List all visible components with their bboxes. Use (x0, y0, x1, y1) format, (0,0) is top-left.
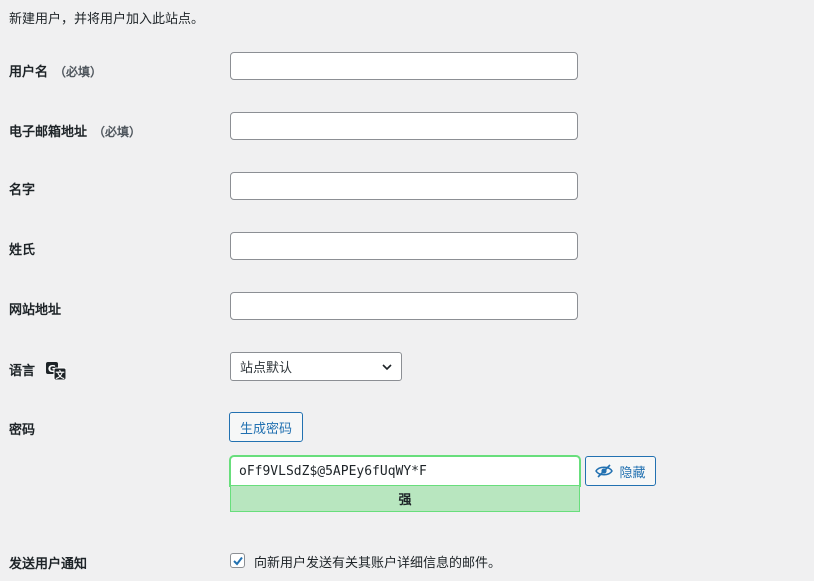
username-input[interactable] (230, 52, 578, 80)
password-strength-meter: 强 (230, 486, 580, 512)
generate-password-button[interactable]: 生成密码 (229, 412, 303, 442)
website-input[interactable] (230, 292, 578, 320)
chevron-down-icon (382, 364, 392, 371)
svg-text:文: 文 (54, 369, 65, 380)
checkmark-icon (232, 556, 243, 566)
email-label: 电子邮箱地址 （必填） (9, 121, 141, 140)
password-input[interactable] (230, 456, 580, 486)
eye-slash-icon (595, 464, 614, 478)
hide-password-button[interactable]: 隐藏 (585, 456, 656, 486)
required-marker: （必填） (54, 65, 103, 79)
notify-checkbox[interactable] (230, 553, 245, 568)
language-label: 语言 G 文 (9, 360, 67, 381)
hide-password-label: 隐藏 (619, 465, 646, 481)
language-label-text: 语言 (9, 364, 36, 379)
password-label: 密码 (9, 423, 36, 438)
notify-checkbox-label[interactable]: 向新用户发送有关其账户详细信息的邮件。 (254, 552, 501, 571)
intro-text: 新建用户，并将用户加入此站点。 (9, 12, 205, 27)
email-label-text: 电子邮箱地址 (9, 125, 88, 140)
last-name-input[interactable] (230, 232, 578, 260)
first-name-input[interactable] (230, 172, 578, 200)
language-select[interactable]: 站点默认 (230, 352, 402, 381)
required-marker: （必填） (93, 125, 142, 139)
username-label-text: 用户名 (9, 65, 49, 80)
website-label: 网站地址 (9, 303, 62, 318)
language-selected-value: 站点默认 (240, 361, 293, 376)
email-input[interactable] (230, 112, 578, 140)
last-name-label: 姓氏 (9, 243, 36, 258)
first-name-label: 名字 (9, 183, 36, 198)
notify-label: 发送用户通知 (9, 557, 88, 572)
username-label: 用户名 （必填） (9, 61, 102, 80)
translation-icon: G 文 (45, 361, 67, 381)
